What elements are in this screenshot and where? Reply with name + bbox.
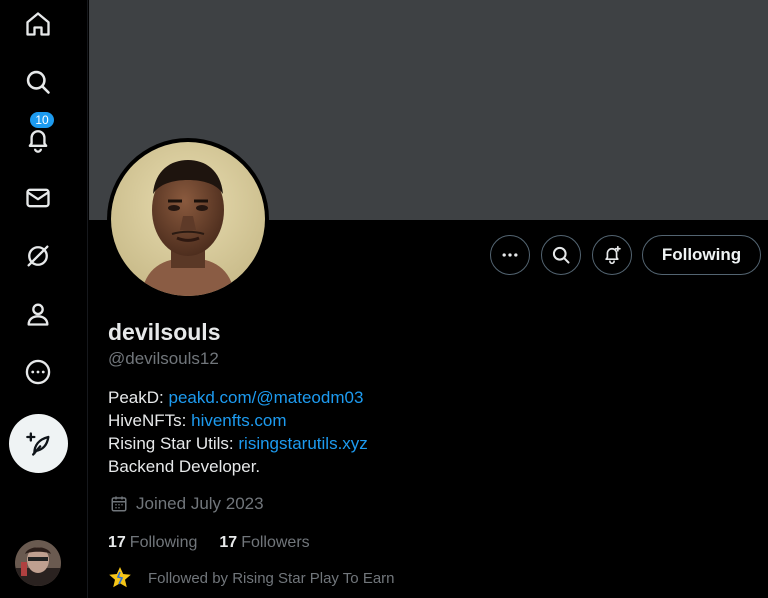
more-horizontal-icon <box>502 253 518 257</box>
profile-avatar[interactable] <box>107 138 269 300</box>
search-icon <box>26 70 50 94</box>
bio-line-risingstar: Rising Star Utils: risingstarutils.xyz <box>108 432 368 455</box>
bio-link-risingstarutils[interactable]: risingstarutils.xyz <box>238 434 367 453</box>
home-icon <box>26 12 50 36</box>
followers-count-link[interactable]: 17 Followers <box>219 534 309 552</box>
following-label: Following <box>129 534 198 551</box>
notification-badge: 10 <box>30 112 54 128</box>
profile-display-name: devilsouls <box>108 319 221 345</box>
bio-line-role: Backend Developer. <box>108 457 261 476</box>
nav-profile[interactable] <box>16 292 60 336</box>
envelope-icon <box>26 188 50 208</box>
followers-count: 17 <box>219 534 238 551</box>
joined-date: Joined July 2023 <box>110 494 264 514</box>
followed-by-row[interactable]: Followed by Rising Star Play To Earn <box>108 566 395 590</box>
compose-post-button[interactable] <box>9 414 68 473</box>
profile-page: Following devilsouls @devilsouls12 PeakD… <box>89 0 768 598</box>
bio-line-peakd: PeakD: peakd.com/@mateodm03 <box>108 386 368 409</box>
nav-messages[interactable] <box>16 176 60 220</box>
joined-text: Joined July 2023 <box>136 494 264 513</box>
grok-icon <box>27 245 49 267</box>
bio-label: PeakD: <box>108 388 169 407</box>
more-circle-icon <box>25 359 51 385</box>
profile-bio: PeakD: peakd.com/@mateodm03 HiveNFTs: hi… <box>108 386 368 478</box>
bio-line-hivenfts: HiveNFTs: hivenfts.com <box>108 409 368 432</box>
followers-label: Followers <box>241 534 310 551</box>
following-count-link[interactable]: 17 Following <box>108 534 197 552</box>
compose-feather-icon <box>25 431 49 456</box>
nav-explore[interactable] <box>16 60 60 104</box>
sidebar-nav: 10 <box>0 0 88 598</box>
following-count: 17 <box>108 534 126 551</box>
nav-more[interactable] <box>16 350 60 394</box>
followed-by-text: Followed by Rising Star Play To Earn <box>148 569 395 587</box>
nav-notifications[interactable]: 10 <box>16 112 60 162</box>
account-avatar-image <box>15 540 61 586</box>
profile-avatar-image <box>111 142 265 296</box>
search-icon <box>552 246 570 264</box>
person-icon <box>27 303 49 326</box>
following-button[interactable]: Following <box>642 235 761 275</box>
calendar-icon <box>111 496 127 512</box>
nav-home[interactable] <box>16 2 60 46</box>
account-avatar[interactable] <box>15 540 61 586</box>
bell-plus-icon <box>605 245 621 265</box>
profile-handle: @devilsouls12 <box>108 349 219 368</box>
nav-grok[interactable] <box>16 234 60 278</box>
search-profile-button[interactable] <box>541 235 581 275</box>
notify-posts-button[interactable] <box>592 235 632 275</box>
bio-link-hivenfts[interactable]: hivenfts.com <box>191 411 286 430</box>
bio-label: Rising Star Utils: <box>108 434 239 453</box>
bio-label: HiveNFTs: <box>108 411 192 430</box>
bell-icon <box>28 130 48 153</box>
bio-link-peakd[interactable]: peakd.com/@mateodm03 <box>168 388 363 407</box>
follow-stats: 17 Following 17 Followers <box>108 534 332 552</box>
rising-star-avatar <box>109 567 131 588</box>
more-options-button[interactable] <box>490 235 530 275</box>
